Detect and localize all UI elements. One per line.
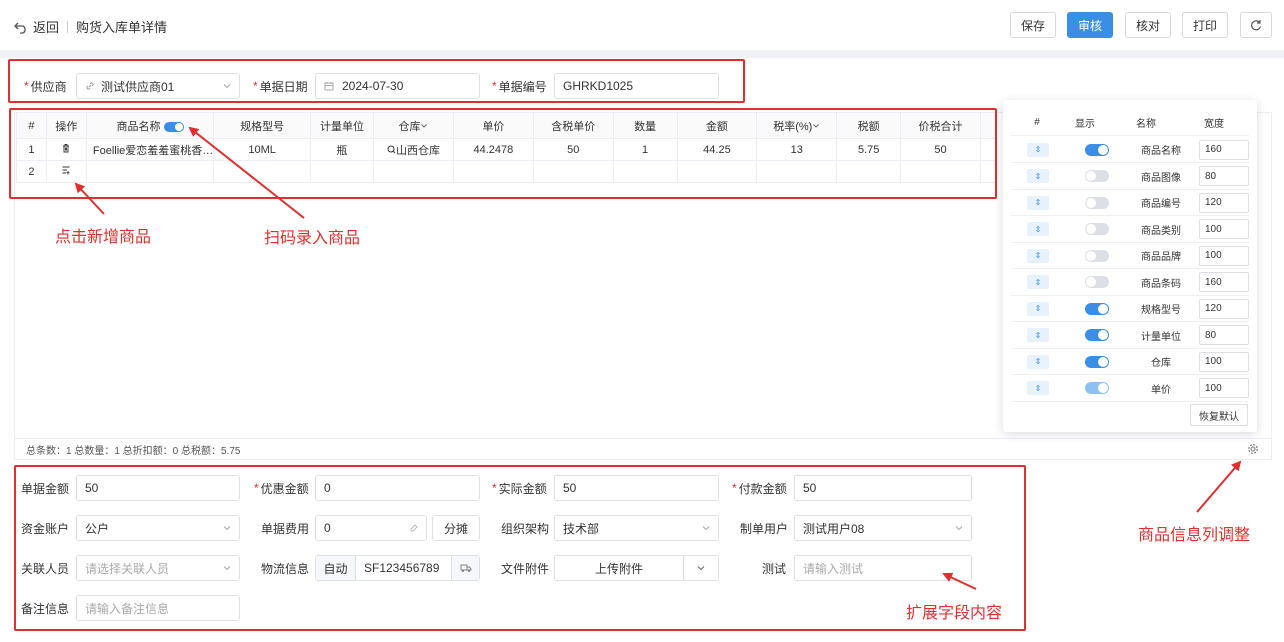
annotation-extend-fields: 扩展字段内容 [906,603,1003,622]
annotation-column-adjust: 商品信息列调整 [1138,525,1251,544]
annotation-scan-goods: 扫码录入商品 [264,228,361,247]
arrow-extend-fields [942,572,977,590]
annotation-arrows [74,126,1242,590]
arrow-add-goods [74,182,105,215]
arrow-column-adjust [1196,460,1242,513]
annotation-add-goods: 点击新增商品 [55,227,152,246]
arrow-scan-goods [188,126,305,219]
